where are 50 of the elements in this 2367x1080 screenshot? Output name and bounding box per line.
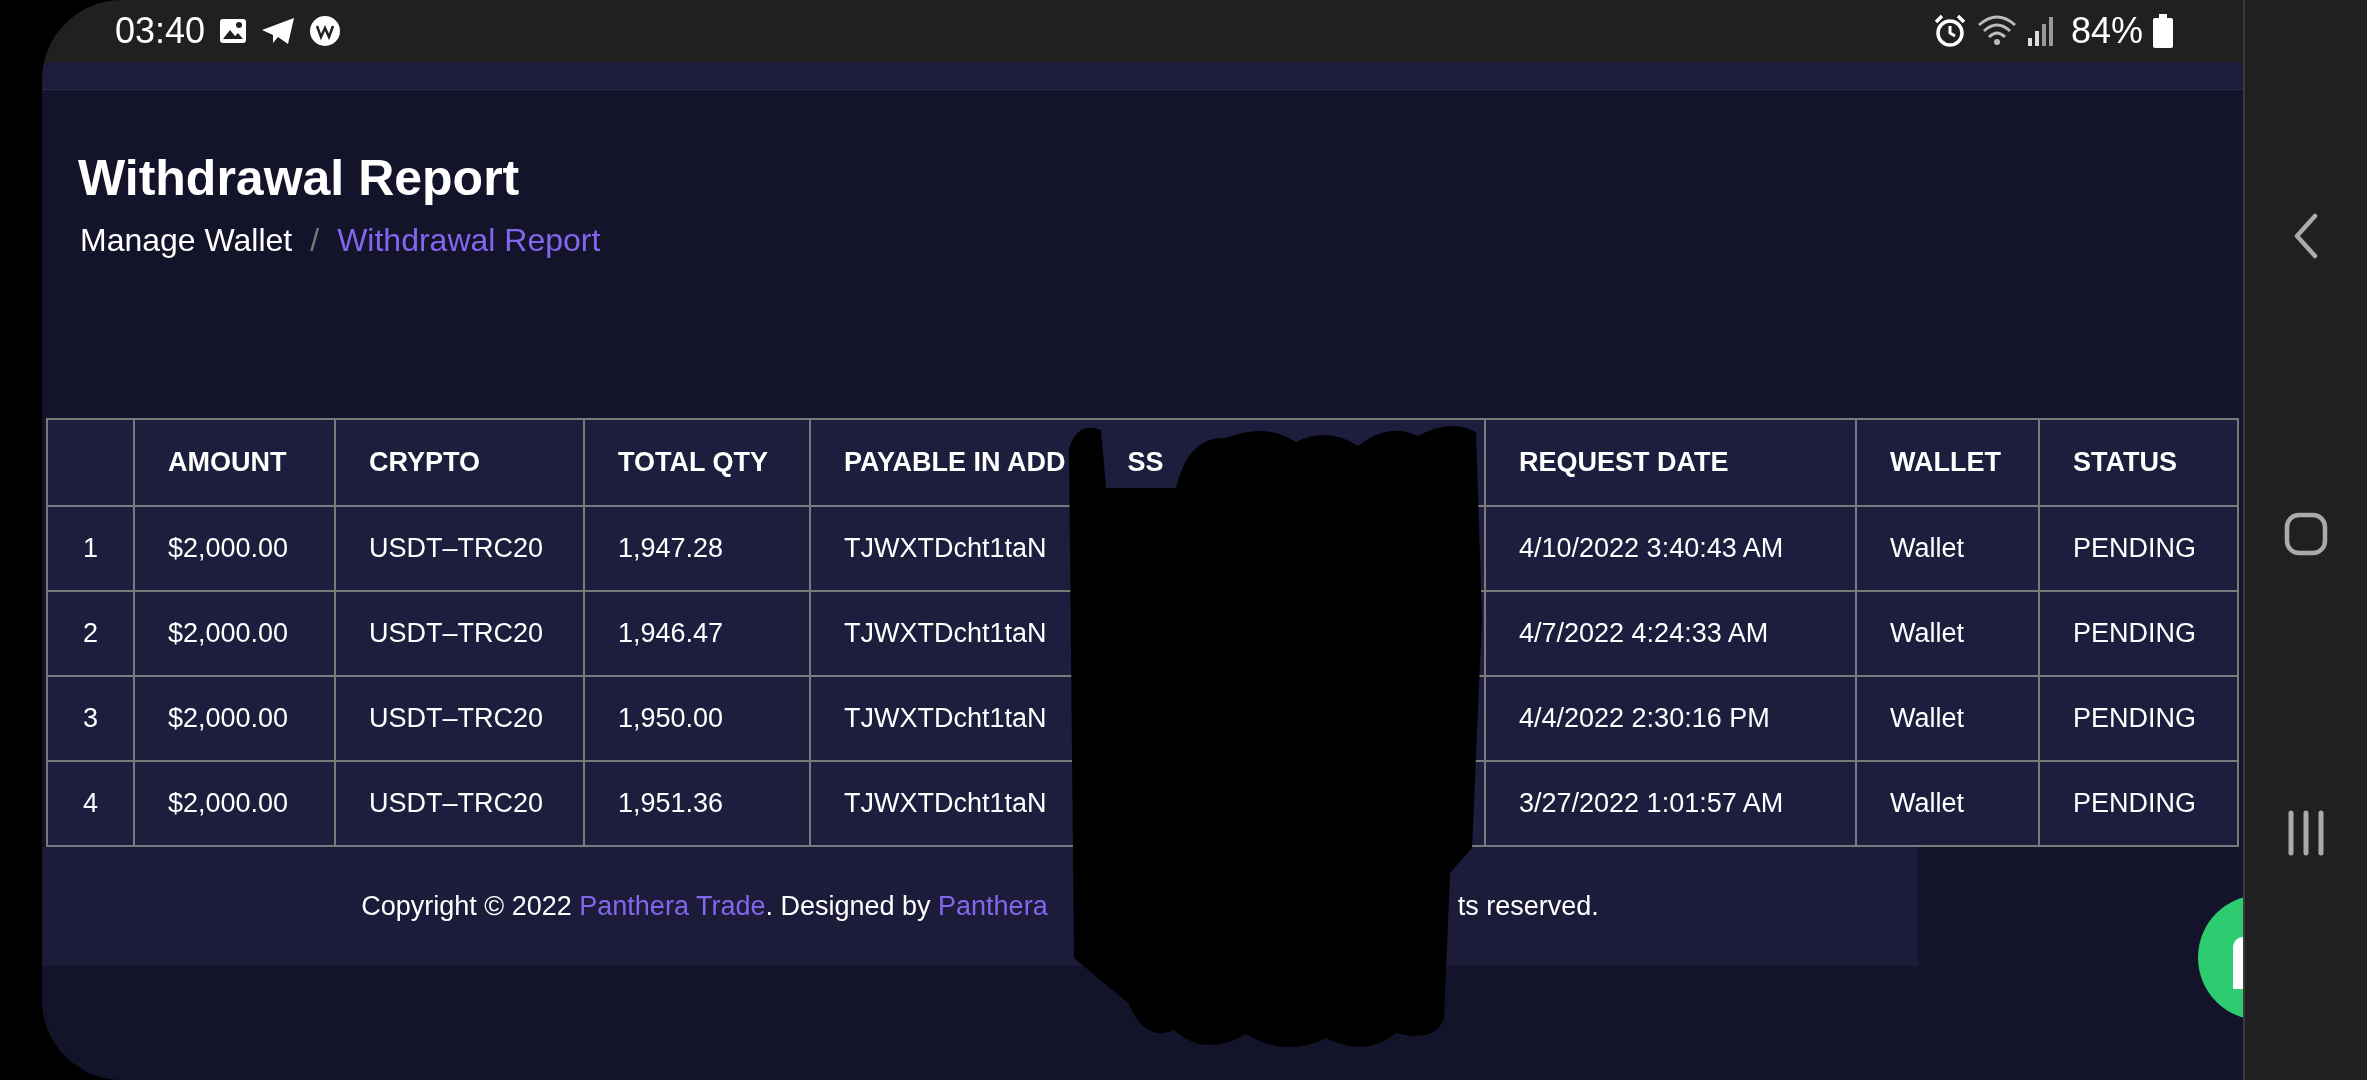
battery-icon	[2153, 14, 2173, 48]
table-cell: 3	[47, 676, 134, 761]
breadcrumb-item[interactable]: Manage Wallet	[80, 220, 293, 260]
table-cell: 1,947.28	[584, 506, 810, 591]
signal-icon	[2026, 16, 2055, 46]
table-cell: $2,000.00	[134, 506, 335, 591]
back-icon[interactable]	[2293, 212, 2319, 260]
table-cell: 4/10/2022 3:40:43 AM	[1485, 506, 1856, 591]
home-icon[interactable]	[2284, 512, 2328, 556]
column-header: STATUS	[2073, 447, 2177, 478]
table-cell: USDT–TRC20	[335, 676, 584, 761]
table-cell: $2,000.00	[134, 591, 335, 676]
recent-apps-icon[interactable]	[2286, 810, 2326, 856]
table-cell: 2	[47, 591, 134, 676]
column-header: TOTAL QTY	[618, 447, 768, 478]
table-cell: 1,950.00	[584, 676, 810, 761]
breadcrumb-separator: /	[310, 221, 320, 260]
column-header: AMOUNT	[168, 447, 287, 478]
table-cell: PENDING	[2039, 761, 2238, 846]
battery-percentage: 84%	[2070, 9, 2143, 53]
page-title: Withdrawal Report	[78, 149, 521, 208]
wifi-icon	[1976, 15, 2017, 47]
footer-link[interactable]: Panthera	[938, 891, 1048, 922]
table-cell: 4/4/2022 2:30:16 PM	[1485, 676, 1856, 761]
footer-link[interactable]: Panthera Trade	[579, 891, 766, 922]
table-cell: 1	[47, 506, 134, 591]
column-header-fragment: SS	[1127, 447, 1164, 478]
alarm-icon	[1932, 14, 1967, 48]
copyright-text: ts reserved.	[1457, 890, 1599, 924]
table-cell: PENDING	[2039, 506, 2238, 591]
copyright-text: Copyright © 2022 Panthera Trade. Designed by Panthera	[361, 890, 1048, 924]
breadcrumb-item[interactable]: Withdrawal Report	[337, 220, 601, 260]
table-cell: PENDING	[2039, 676, 2238, 761]
table-cell: $2,000.00	[134, 676, 335, 761]
table-cell: 4/7/2022 4:24:33 AM	[1485, 591, 1856, 676]
image-icon	[219, 18, 248, 44]
paper-plane-icon	[261, 17, 296, 45]
column-header: WALLET	[1890, 447, 2001, 478]
table-cell: USDT–TRC20	[335, 591, 584, 676]
table-cell: USDT–TRC20	[335, 506, 584, 591]
table-cell: PENDING	[2039, 591, 2238, 676]
clock-time: 03:40	[115, 9, 206, 53]
column-header: REQUEST DATE	[1519, 447, 1729, 478]
table-cell: Wallet	[1856, 676, 2039, 761]
column-header: CRYPTO	[369, 447, 481, 478]
column-header: PAYABLE IN ADD	[844, 447, 1066, 478]
app-icon	[309, 15, 342, 47]
table-cell: Wallet	[1856, 506, 2039, 591]
table-cell: 1,946.47	[584, 591, 810, 676]
table-cell: Wallet	[1856, 591, 2039, 676]
